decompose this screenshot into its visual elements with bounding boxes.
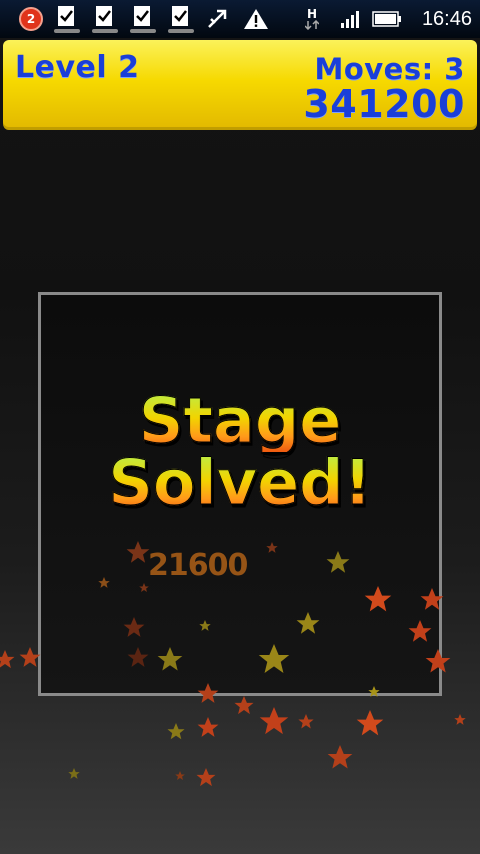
level-label: Level 2 xyxy=(15,50,140,85)
score-value: 341200 xyxy=(303,82,465,126)
star-icon xyxy=(356,710,384,736)
usb-icon xyxy=(204,0,230,38)
task-check-icon xyxy=(128,0,158,38)
stage-solved-banner: Stage Solved! xyxy=(100,389,380,514)
star-icon xyxy=(167,723,185,740)
status-bar: 2 H 16:46 xyxy=(0,0,480,38)
task-check-icon xyxy=(90,0,120,38)
star-icon xyxy=(0,650,15,669)
game-hud: Level 2 Moves: 3 341200 xyxy=(3,40,477,130)
moves-counter: Moves: 3 xyxy=(314,52,465,86)
stage-solved-line1: Stage xyxy=(100,389,380,452)
star-icon xyxy=(298,714,314,729)
battery-icon xyxy=(372,0,402,38)
stage-solved-line2: Solved! xyxy=(100,451,380,514)
warning-icon xyxy=(242,0,270,38)
network-label: H xyxy=(306,7,318,21)
star-icon xyxy=(68,768,80,779)
notification-count: 2 xyxy=(19,7,43,31)
star-icon xyxy=(175,771,185,781)
points-earned: 21600 xyxy=(148,548,248,583)
star-icon xyxy=(259,707,289,735)
status-time: 16:46 xyxy=(421,7,472,30)
network-h-icon: H xyxy=(300,0,324,38)
star-icon xyxy=(196,768,216,787)
star-icon xyxy=(234,696,254,715)
star-icon xyxy=(197,717,219,737)
signal-icon xyxy=(338,0,362,38)
star-icon xyxy=(327,745,353,769)
task-check-icon xyxy=(166,0,196,38)
notification-badge-icon[interactable]: 2 xyxy=(14,0,48,38)
star-icon xyxy=(454,714,466,725)
task-check-icon xyxy=(52,0,82,38)
